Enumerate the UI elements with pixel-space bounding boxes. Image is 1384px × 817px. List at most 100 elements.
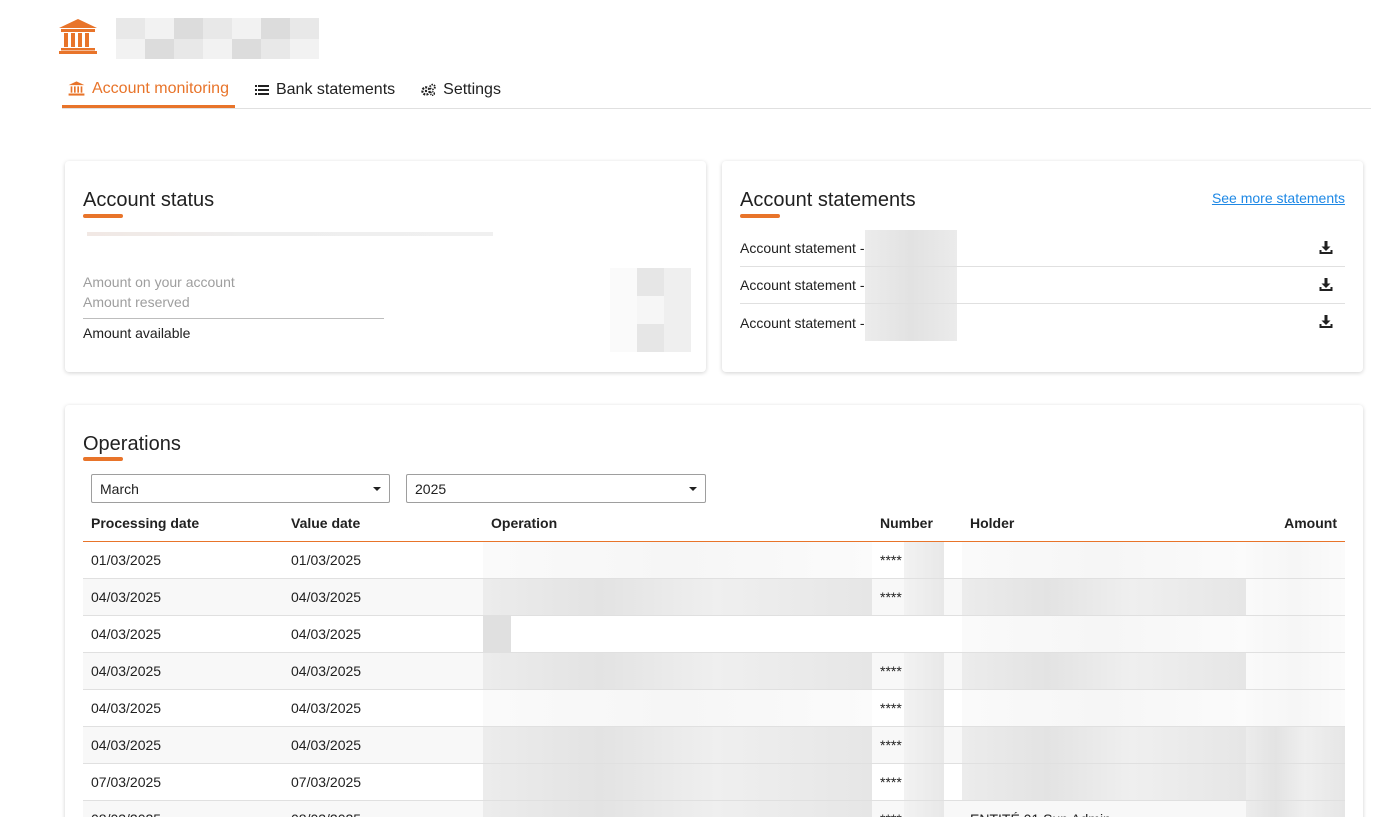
holder-cell <box>962 726 1246 764</box>
column-header-holder[interactable]: Holder <box>962 505 1246 542</box>
tab-account-monitoring[interactable]: Account monitoring <box>62 72 235 108</box>
holder-cell <box>962 578 1246 616</box>
download-icon[interactable] <box>1319 315 1333 329</box>
redacted-statement-date <box>865 230 957 266</box>
account-status-card: Account status Amount on your account Am… <box>65 161 706 372</box>
redacted-amount <box>1246 652 1345 690</box>
value-date-cell: 04/03/2025 <box>283 578 483 616</box>
redacted-operation <box>483 652 872 690</box>
tab-bank-statements[interactable]: Bank statements <box>249 72 401 108</box>
title-underline <box>740 214 780 218</box>
redacted-amount <box>1246 800 1345 817</box>
holder-cell <box>962 615 1246 653</box>
table-row[interactable]: 04/03/2025 04/03/2025 <box>83 615 1345 653</box>
value-date-cell: 04/03/2025 <box>283 615 483 653</box>
spacer <box>957 267 969 303</box>
card-title: Account statements <box>740 189 916 211</box>
redacted-number <box>903 578 944 614</box>
statement-item[interactable]: Account statement - <box>740 304 1345 341</box>
caret-down-icon <box>373 486 381 491</box>
year-select[interactable]: 2025 <box>406 474 706 503</box>
table-row[interactable]: 07/03/2025 07/03/2025 **** <box>83 763 1345 801</box>
amount-available-label: Amount available <box>83 325 191 341</box>
redacted-entity-name <box>116 18 319 59</box>
number-cell: **** <box>872 652 962 690</box>
table-row[interactable]: 08/03/2025 08/03/2025 **** ENTITÉ 01 Sup… <box>83 800 1345 817</box>
holder-cell <box>962 763 1246 801</box>
redacted-operation <box>483 541 872 579</box>
amount-on-account-label: Amount on your account <box>83 274 235 290</box>
redacted-amount <box>1246 541 1345 579</box>
value-date-cell: 04/03/2025 <box>283 689 483 727</box>
table-header-row: Processing date Value date Operation Num… <box>83 505 1345 542</box>
download-icon[interactable] <box>1319 241 1333 255</box>
divider <box>83 318 384 319</box>
value-date-cell: 01/03/2025 <box>283 541 483 579</box>
see-more-statements-link[interactable]: See more statements <box>1212 190 1345 206</box>
number-text: **** <box>880 811 902 817</box>
number-cell <box>872 615 962 653</box>
processing-date-cell: 04/03/2025 <box>83 689 283 727</box>
value-date-cell: 08/03/2025 <box>283 800 483 817</box>
processing-date-cell: 04/03/2025 <box>83 615 283 653</box>
redacted-number <box>903 541 944 577</box>
processing-date-cell: 04/03/2025 <box>83 726 283 764</box>
redacted-operation <box>483 578 872 616</box>
number-cell: **** <box>872 578 962 616</box>
redacted-number <box>903 689 944 725</box>
title-underline <box>83 214 123 218</box>
processing-date-cell: 01/03/2025 <box>83 541 283 579</box>
processing-date-cell: 08/03/2025 <box>83 800 283 817</box>
column-header-operation[interactable]: Operation <box>483 505 872 542</box>
main-tabs: Account monitoring Bank statements Setti… <box>62 72 1371 109</box>
holder-cell <box>962 541 1246 579</box>
redacted-number <box>903 652 944 688</box>
number-cell: **** <box>872 541 962 579</box>
download-icon[interactable] <box>1319 278 1333 292</box>
tab-settings[interactable]: Settings <box>415 72 507 108</box>
redacted-amounts <box>610 268 691 352</box>
number-text: **** <box>880 551 902 568</box>
column-header-number[interactable]: Number <box>872 505 962 542</box>
redacted-operation <box>483 689 872 727</box>
column-header-value-date[interactable]: Value date <box>283 505 483 542</box>
redacted-operation <box>483 726 872 764</box>
redacted-account-number <box>87 232 493 236</box>
title-underline <box>83 457 123 461</box>
processing-date-cell: 07/03/2025 <box>83 763 283 801</box>
bank-icon <box>68 81 85 96</box>
column-header-amount[interactable]: Amount <box>1246 505 1345 542</box>
holder-cell: ENTITÉ 01 Sup Admin <box>962 800 1246 817</box>
list-icon <box>254 85 269 95</box>
year-select-value: 2025 <box>415 480 447 497</box>
bank-icon <box>59 19 97 54</box>
value-date-cell: 04/03/2025 <box>283 726 483 764</box>
redacted-amount <box>1246 726 1345 764</box>
redacted-operation <box>483 763 872 801</box>
month-select[interactable]: March <box>91 474 390 503</box>
redacted-amount <box>1246 689 1345 727</box>
redacted-number <box>903 763 944 799</box>
number-text: **** <box>880 699 902 716</box>
account-statements-card: Account statements See more statements A… <box>722 161 1363 372</box>
spacer <box>957 304 969 341</box>
redacted-number <box>903 800 944 817</box>
caret-down-icon <box>689 486 697 491</box>
table-row[interactable]: 04/03/2025 04/03/2025 **** <box>83 726 1345 764</box>
table-row[interactable]: 04/03/2025 04/03/2025 **** <box>83 689 1345 727</box>
holder-cell <box>962 689 1246 727</box>
operations-table: Processing date Value date Operation Num… <box>83 505 1345 817</box>
column-header-processing-date[interactable]: Processing date <box>83 505 283 542</box>
statement-item[interactable]: Account statement - <box>740 267 1345 304</box>
statement-item[interactable]: Account statement - <box>740 230 1345 267</box>
number-cell: **** <box>872 763 962 801</box>
table-row[interactable]: 04/03/2025 04/03/2025 **** <box>83 652 1345 690</box>
statement-label: Account statement - <box>740 314 865 331</box>
table-row[interactable]: 04/03/2025 04/03/2025 **** <box>83 578 1345 616</box>
redacted-operation <box>483 800 872 817</box>
number-text: **** <box>880 773 902 790</box>
redacted-amount <box>1246 615 1345 653</box>
table-row[interactable]: 01/03/2025 01/03/2025 **** <box>83 541 1345 579</box>
spacer <box>957 230 969 266</box>
holder-cell <box>962 652 1246 690</box>
